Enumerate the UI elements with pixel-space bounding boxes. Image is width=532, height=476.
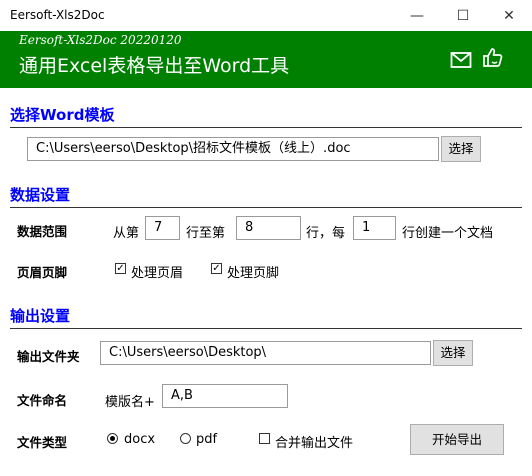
output-folder-field[interactable]: C:\Users\eerso\Desktop\ [100, 341, 431, 365]
per-doc-label: 行创建一个文档 [402, 226, 494, 241]
start-export-button[interactable]: 开始导出 [410, 424, 504, 455]
pdf-label: pdf [196, 432, 218, 447]
output-section-heading: 输出设置 [10, 307, 71, 325]
to-row-field[interactable]: 8 [236, 216, 301, 240]
data-range-label: 数据范围 [17, 224, 68, 239]
header-footer-label: 页眉页脚 [17, 265, 68, 280]
template-browse-button[interactable]: 选择 [441, 136, 481, 162]
title-bar: Eersoft-Xls2Doc — ☐ ✕ [0, 0, 532, 31]
merge-output-label: 合并输出文件 [275, 436, 354, 451]
output-folder-label: 输出文件夹 [17, 349, 80, 364]
naming-prefix-label: 模版名+ [105, 395, 155, 410]
banner-title: 通用Excel表格导出至Word工具 [19, 55, 290, 77]
header-banner: Eersoft-Xls2Doc 20220120 通用Excel表格导出至Wor… [0, 31, 532, 88]
file-naming-label: 文件命名 [17, 393, 68, 408]
rows-per-label: 行，每 [306, 226, 346, 241]
thumbs-up-icon[interactable] [481, 45, 505, 69]
docx-radio[interactable] [107, 433, 118, 444]
naming-fields-input[interactable]: A,B [162, 384, 288, 408]
close-button[interactable]: ✕ [488, 4, 530, 28]
docx-label: docx [124, 432, 156, 447]
process-footer-checkbox[interactable]: ✓ [211, 263, 222, 274]
template-section-heading: 选择Word模板 [10, 106, 115, 124]
maximize-button[interactable]: ☐ [442, 4, 484, 28]
minimize-button[interactable]: — [396, 4, 438, 28]
window-title: Eersoft-Xls2Doc [10, 8, 105, 22]
template-path-field[interactable]: C:\Users\eerso\Desktop\招标文件模板（线上）.doc [27, 137, 439, 161]
template-section-divider [10, 127, 522, 128]
output-browse-button[interactable]: 选择 [433, 340, 473, 366]
pdf-radio[interactable] [180, 433, 191, 444]
banner-subtitle: Eersoft-Xls2Doc 20220120 [19, 33, 182, 47]
process-header-label: 处理页眉 [131, 266, 184, 281]
merge-output-checkbox[interactable] [259, 433, 270, 444]
data-section-heading: 数据设置 [10, 186, 71, 204]
checkmark-icon: ✓ [212, 263, 221, 274]
from-row-field[interactable]: 7 [145, 216, 180, 240]
rows-per-doc-field[interactable]: 1 [353, 216, 396, 240]
process-header-checkbox[interactable]: ✓ [115, 263, 126, 274]
to-row-label: 行至第 [186, 226, 226, 241]
process-footer-label: 处理页脚 [227, 266, 280, 281]
from-row-label: 从第 [113, 226, 140, 241]
data-section-divider [10, 207, 522, 208]
checkmark-icon: ✓ [116, 263, 125, 274]
file-type-label: 文件类型 [17, 435, 68, 450]
mail-icon[interactable] [450, 51, 472, 69]
output-section-divider [10, 328, 522, 329]
